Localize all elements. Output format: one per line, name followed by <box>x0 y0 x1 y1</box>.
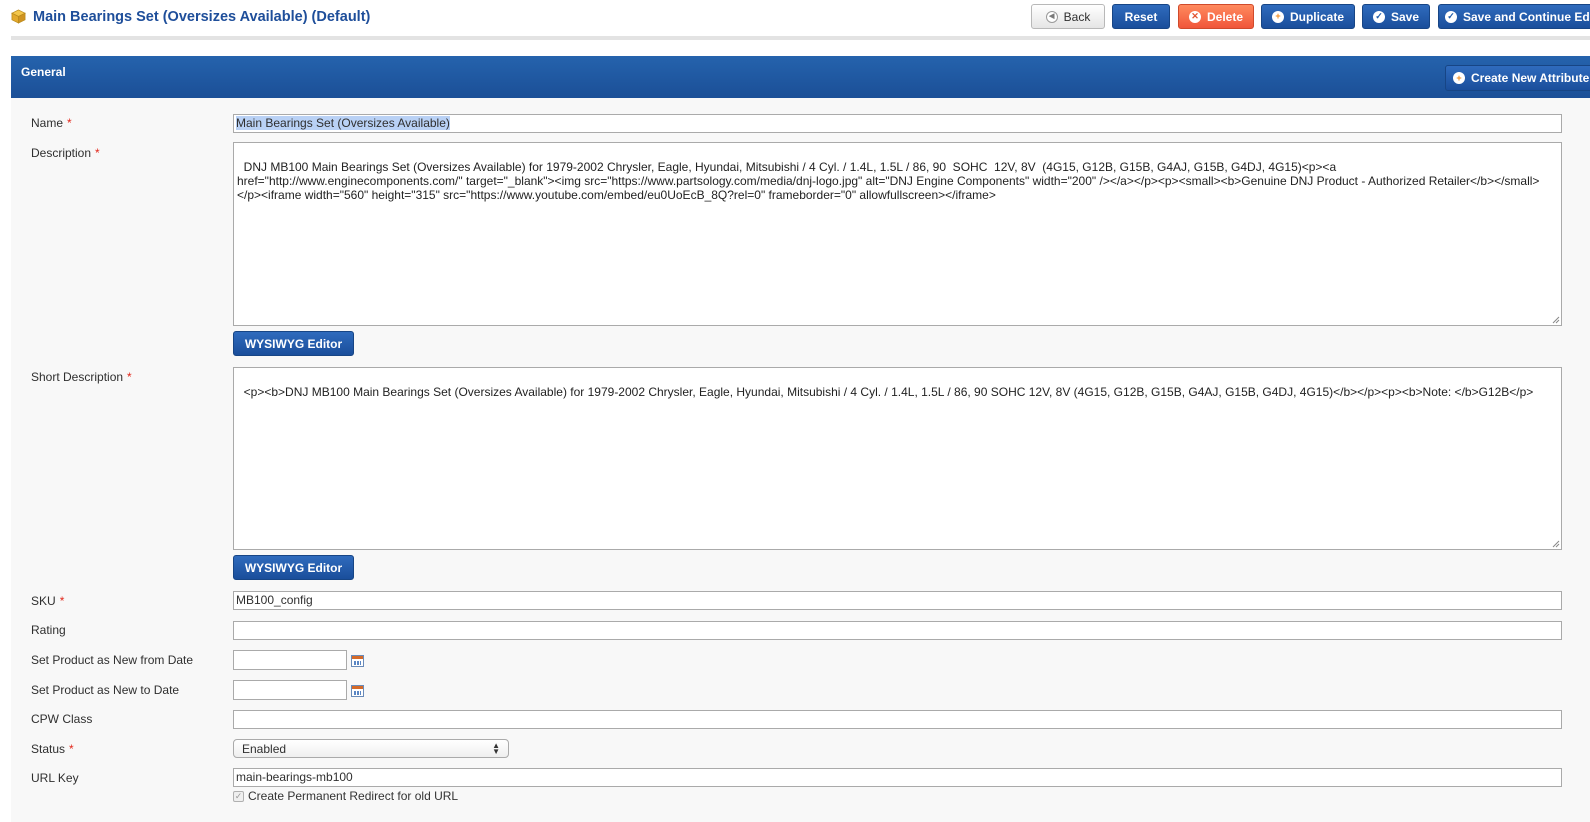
resize-grip-icon[interactable] <box>1552 316 1560 324</box>
url-key-label: URL Key <box>31 771 79 785</box>
description-wysiwyg-button[interactable]: WYSIWYG Editor <box>233 331 354 356</box>
sku-input[interactable]: MB100_config <box>233 591 1562 610</box>
page-title: Main Bearings Set (Oversizes Available) … <box>33 9 371 25</box>
redirect-checkbox[interactable]: ✓ <box>233 790 244 802</box>
calendar-icon[interactable] <box>351 685 364 697</box>
redirect-checkbox-label: Create Permanent Redirect for old URL <box>248 789 459 803</box>
reset-button[interactable]: Reset <box>1112 4 1170 29</box>
create-new-attribute-button[interactable]: + Create New Attribute <box>1445 65 1590 91</box>
description-textarea[interactable]: DNJ MB100 Main Bearings Set (Oversizes A… <box>233 142 1562 326</box>
redirect-checkbox-row: ✓ Create Permanent Redirect for old URL <box>233 789 458 803</box>
rating-input[interactable] <box>233 621 1562 640</box>
fieldset-title: General <box>21 65 66 79</box>
description-label: Description * <box>31 146 100 160</box>
arrow-left-icon: ◀ <box>1045 10 1058 23</box>
short-description-wysiwyg-button[interactable]: WYSIWYG Editor <box>233 555 354 580</box>
save-and-continue-button[interactable]: ✓ Save and Continue Edit <box>1438 4 1590 29</box>
status-label: Status * <box>31 742 74 756</box>
status-select[interactable]: Enabled ▲ ▼ <box>233 739 509 758</box>
new-to-date-label: Set Product as New to Date <box>31 683 180 697</box>
new-to-date-input[interactable] <box>233 680 347 700</box>
new-from-date-input[interactable] <box>233 650 347 670</box>
select-arrows-icon: ▲ ▼ <box>492 740 500 756</box>
name-input[interactable]: Main Bearings Set (Oversizes Available) <box>233 114 1562 133</box>
plus-icon: + <box>1453 72 1465 84</box>
url-key-input[interactable]: main-bearings-mb100 <box>233 768 1562 787</box>
product-box-icon <box>11 9 26 24</box>
short-description-label: Short Description * <box>31 370 132 384</box>
delete-button[interactable]: ✕ Delete <box>1178 4 1254 29</box>
duplicate-button[interactable]: + Duplicate <box>1261 4 1355 29</box>
back-button[interactable]: ◀ Back <box>1031 4 1105 29</box>
new-from-date-label: Set Product as New from Date <box>31 653 194 667</box>
cpw-class-input[interactable] <box>233 710 1562 729</box>
check-icon: ✓ <box>1372 10 1385 23</box>
page-header: Main Bearings Set (Oversizes Available) … <box>0 0 1590 36</box>
sku-label: SKU * <box>31 594 65 608</box>
calendar-icon[interactable] <box>351 655 364 667</box>
plus-icon: + <box>1271 10 1284 23</box>
name-label: Name * <box>31 116 72 130</box>
check-icon: ✓ <box>1445 10 1457 23</box>
short-description-textarea[interactable]: <p><b>DNJ MB100 Main Bearings Set (Overs… <box>233 367 1562 550</box>
rating-label: Rating <box>31 623 66 637</box>
fieldset-header: General + Create New Attribute <box>11 56 1590 98</box>
save-button[interactable]: ✓ Save <box>1362 4 1430 29</box>
header-divider <box>11 36 1590 40</box>
delete-icon: ✕ <box>1188 10 1201 23</box>
cpw-class-label: CPW Class <box>31 712 93 726</box>
resize-grip-icon[interactable] <box>1552 540 1560 548</box>
